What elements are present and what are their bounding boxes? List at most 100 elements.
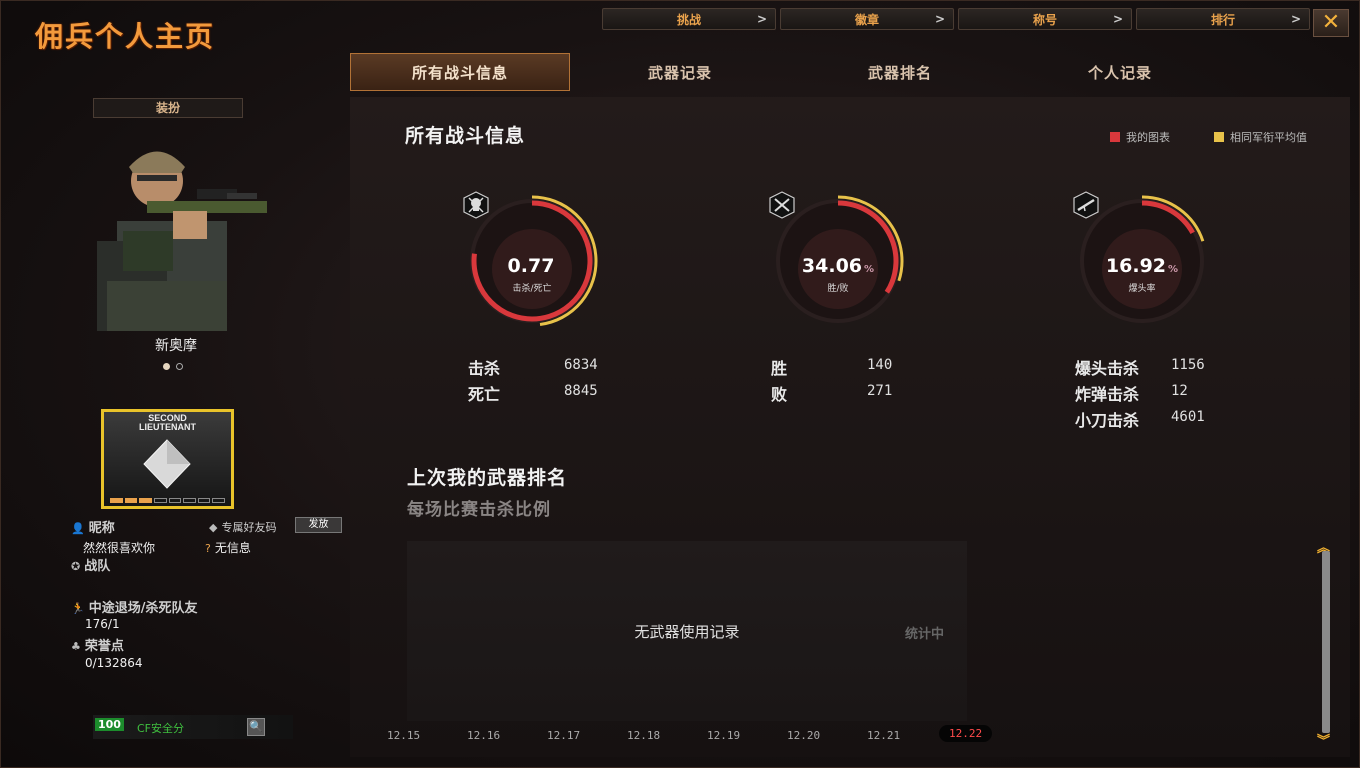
win-loss-percent: %: [864, 264, 875, 275]
date-tick[interactable]: 12.20: [787, 729, 820, 742]
losses-label: 败: [771, 385, 788, 404]
tag-icon: ◆: [209, 521, 218, 534]
scroll-down-icon[interactable]: ︾: [1317, 730, 1330, 749]
team-label: ✪ 战队: [71, 555, 110, 574]
losses-value: 271: [867, 383, 893, 399]
legend-mine-swatch: [1110, 132, 1120, 142]
win-loss-gauge: 34.06% 胜/败: [768, 191, 918, 351]
search-icon[interactable]: 🔍: [247, 718, 265, 736]
chevron-right-icon: >: [934, 12, 945, 26]
badge-label: 徽章: [854, 12, 879, 27]
pager-dot-active[interactable]: [163, 363, 170, 370]
skull-icon: [463, 191, 489, 219]
headshot-kills-label: 爆头击杀: [1075, 359, 1140, 378]
headshot-gauge: 16.92% 爆头率: [1072, 191, 1222, 351]
no-info-value: ? 无信息: [205, 539, 251, 556]
security-score: 100: [95, 718, 124, 731]
send-friend-code-button[interactable]: 发放: [295, 517, 342, 533]
date-tick[interactable]: 12.19: [707, 729, 740, 742]
kills-value: 6834: [564, 357, 598, 373]
rank-badge: SECOND LIEUTENANT: [101, 409, 234, 509]
wins-value: 140: [867, 357, 893, 373]
vertical-scrollbar[interactable]: ︽ ︾: [1317, 541, 1330, 749]
weapon-rank-subtitle: 每场比赛击杀比例: [407, 500, 551, 520]
kd-value: 0.77: [462, 255, 602, 277]
rank-progress-segment: [183, 498, 196, 503]
character-pager: [163, 363, 183, 370]
kd-label: 击杀/死亡: [512, 284, 552, 294]
rank-progress-segment: [212, 498, 225, 503]
bomb-kills-row: 炸弹击杀 12: [1075, 381, 1188, 405]
chevron-right-icon: >: [756, 12, 767, 26]
ranking-button[interactable]: 排行 >: [1136, 8, 1310, 30]
stat-pending-label: 统计中: [905, 627, 945, 642]
knife-kills-row: 小刀击杀 4601: [1075, 407, 1205, 431]
close-button[interactable]: ✕: [1313, 9, 1349, 37]
honor-label: ♣ 荣誉点: [71, 635, 124, 654]
date-tick[interactable]: 12.18: [627, 729, 660, 742]
weapon-chart-area: 无武器使用记录: [407, 541, 967, 721]
kills-label: 击杀: [468, 359, 501, 378]
date-tick[interactable]: 12.22: [939, 725, 993, 742]
badge-button[interactable]: 徽章 >: [780, 8, 954, 30]
diamond-rank-icon: [143, 439, 191, 489]
date-tick[interactable]: 12.17: [547, 729, 580, 742]
knife-kills-label: 小刀击杀: [1075, 411, 1140, 430]
legend-average-label: 相同军衔平均值: [1230, 131, 1307, 144]
date-axis: 12.15 12.16 12.17 12.18 12.19 12.20 12.21 12.22: [387, 725, 1007, 749]
kd-gauge: 0.77 击杀/死亡: [462, 191, 612, 351]
win-loss-value: 34.06%: [768, 255, 908, 277]
quit-kill-value: 176/1: [85, 617, 120, 631]
weapon-rank-title: 上次我的武器排名: [407, 467, 568, 489]
quit-kill-label-text: 中途退场/杀死队友: [88, 601, 198, 616]
rank-progress-segment: [168, 498, 182, 503]
friend-code-label: ◆ 专属好友码: [209, 519, 276, 535]
title-button[interactable]: 称号 >: [958, 8, 1132, 30]
rank-progress-segment: [124, 498, 138, 503]
wins-row: 胜 140: [771, 355, 892, 379]
legend-mine-label: 我的图表: [1126, 131, 1170, 144]
challenge-label: 挑战: [676, 12, 701, 27]
rank-progress-segment: [197, 498, 211, 503]
tab-personal-record[interactable]: 个人记录: [1010, 53, 1230, 91]
headshot-rate-label: 爆头率: [1128, 284, 1156, 294]
legend-average: 相同军衔平均值: [1214, 129, 1307, 145]
character-image: [97, 151, 267, 331]
running-icon: 🏃: [71, 602, 85, 615]
headshot-rate-value: 16.92%: [1072, 255, 1212, 277]
headshot-kills-value: 1156: [1171, 357, 1205, 373]
date-tick[interactable]: 12.15: [387, 729, 420, 742]
legend-average-swatch: [1214, 132, 1224, 142]
rank-progress-bar: [110, 498, 225, 503]
nickname-value: 然然很喜欢你: [83, 541, 156, 555]
nickname-label: 👤 昵称: [71, 517, 115, 536]
profile-window: 佣兵个人主页 挑战 > 徽章 > 称号 > 排行 > ✕ 所有战斗信息 武器记录 武器排…: [0, 0, 1360, 768]
rank-progress-segment: [110, 498, 123, 503]
crossed-swords-icon: [769, 191, 795, 219]
outfit-button[interactable]: 装扮: [93, 98, 243, 118]
question-icon: ?: [205, 542, 211, 555]
deaths-row: 死亡 8845: [468, 381, 598, 405]
rifle-icon: [1073, 191, 1099, 219]
win-loss-value-text: 34.06: [801, 255, 863, 277]
tab-all-battle-info[interactable]: 所有战斗信息: [350, 53, 570, 91]
headshot-rate-percent: %: [1168, 264, 1179, 275]
clover-icon: ♣: [71, 640, 81, 653]
scroll-track[interactable]: [1322, 551, 1330, 733]
main-panel: 所有战斗信息 我的图表 相同军衔平均值 0.77 击杀/死亡 34.06 % 胜…: [350, 97, 1350, 757]
challenge-button[interactable]: 挑战 >: [602, 8, 776, 30]
kd-value-text: 0.77: [507, 255, 555, 277]
tab-weapon-ranking[interactable]: 武器排名: [790, 53, 1010, 91]
pager-dot[interactable]: [176, 363, 183, 370]
rank-progress-segment: [139, 498, 152, 503]
legend-mine: 我的图表: [1110, 129, 1170, 145]
date-tick[interactable]: 12.21: [867, 729, 900, 742]
empty-state-message: 无武器使用记录: [634, 623, 740, 641]
date-tick[interactable]: 12.16: [467, 729, 500, 742]
team-icon: ✪: [71, 560, 81, 573]
left-panel: 装扮 新奥摩 SECOND LIEUTENANT 👤 昵称 ◆ 专属好友码 发放…: [11, 91, 342, 751]
rank-progress-segment: [153, 498, 167, 503]
tab-weapon-record[interactable]: 武器记录: [570, 53, 790, 91]
losses-row: 败 271: [771, 381, 892, 405]
deaths-label: 死亡: [468, 385, 501, 404]
